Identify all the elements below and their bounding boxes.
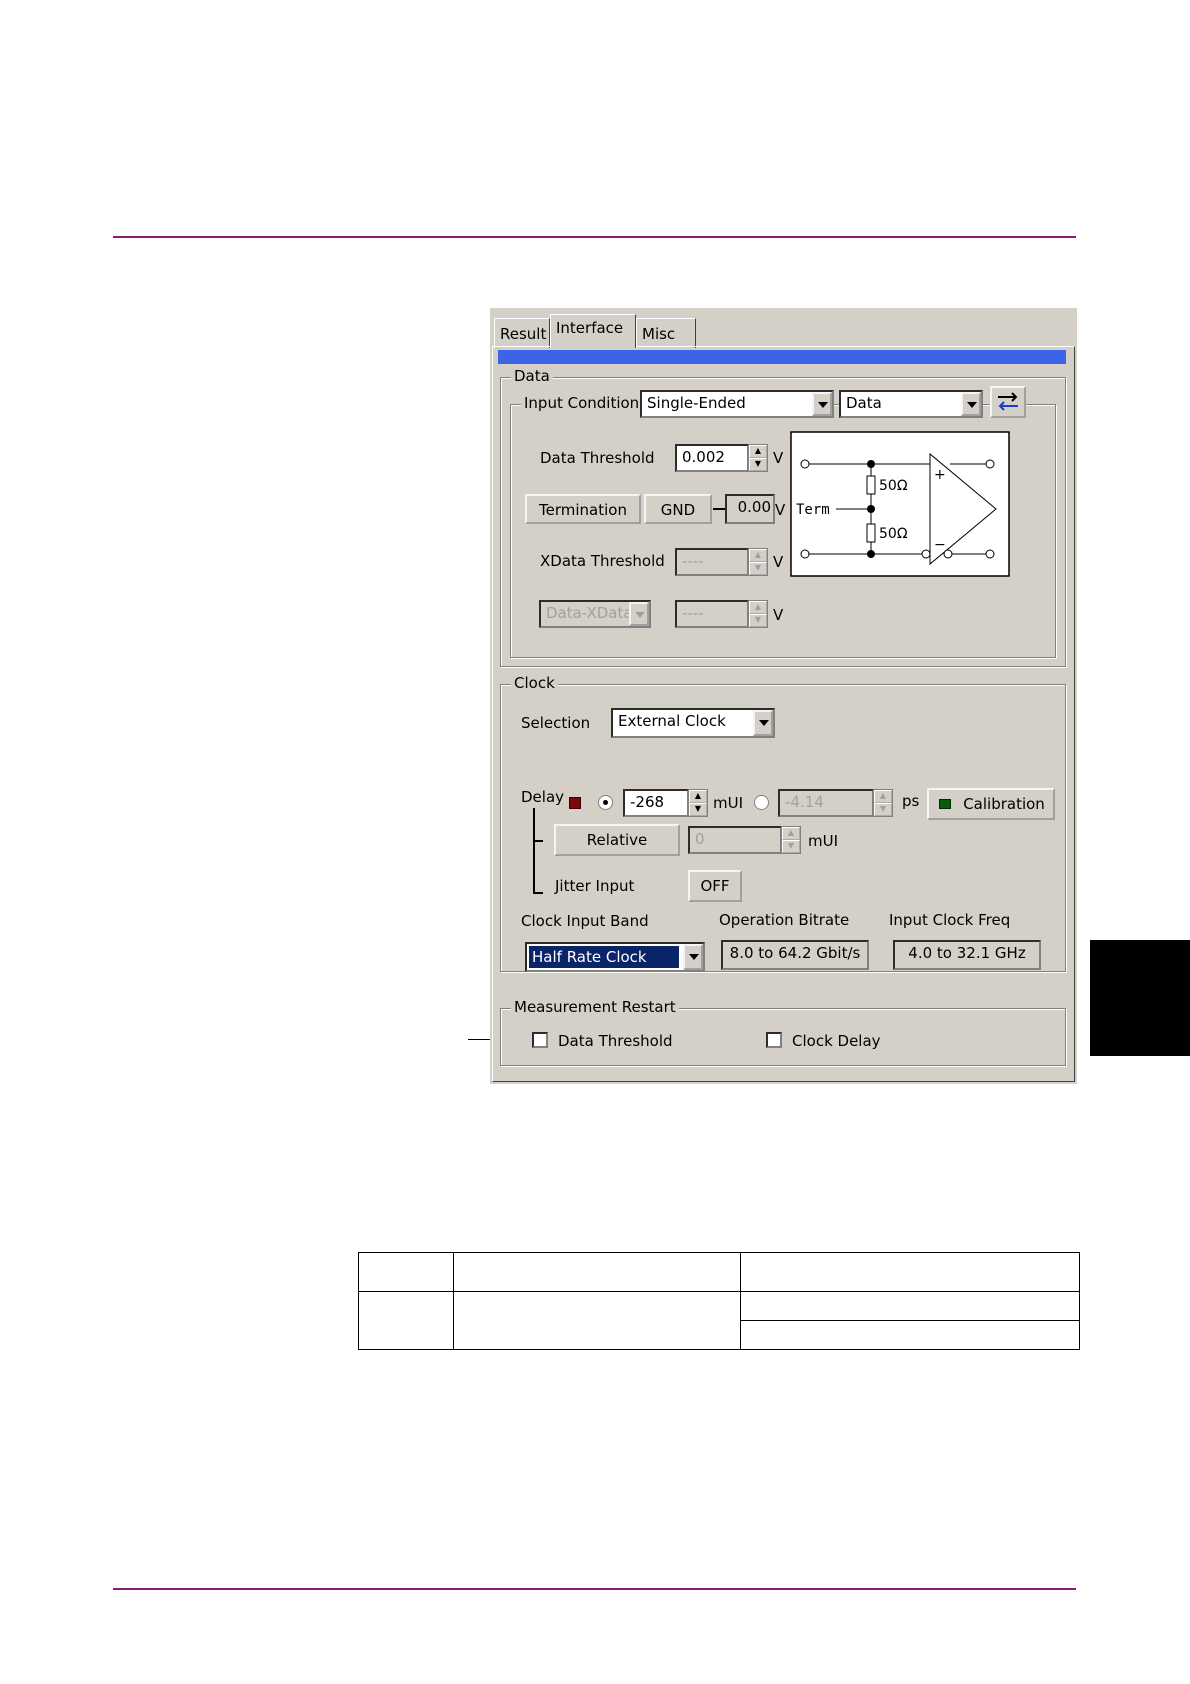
interface-settings-dialog: Result Interface Misc Data Input Conditi… xyxy=(490,308,1077,1084)
data-threshold-checkbox[interactable] xyxy=(532,1032,548,1048)
termination-unit: V xyxy=(775,501,786,519)
input-clock-freq-value: 4.0 to 32.1 GHz xyxy=(893,940,1041,970)
operation-bitrate-label: Operation Bitrate xyxy=(719,911,850,929)
chevron-down-icon[interactable] xyxy=(812,392,832,416)
delay-label: Delay xyxy=(521,788,565,806)
data-threshold-input[interactable]: 0.002 xyxy=(675,444,749,472)
clock-group-title: Clock xyxy=(511,674,558,692)
selection-label: Selection xyxy=(521,714,591,732)
swap-button[interactable] xyxy=(990,386,1026,418)
clock-selection-select[interactable]: External Clock xyxy=(611,708,775,738)
header-rule xyxy=(113,236,1076,238)
input-condition-select[interactable]: Single-Ended xyxy=(640,390,834,418)
relative-input[interactable]: 0 xyxy=(688,826,782,854)
jitter-input-button[interactable]: OFF xyxy=(688,870,742,902)
delay-mui-unit: mUI xyxy=(713,794,744,812)
measurement-restart-title: Measurement Restart xyxy=(511,998,679,1016)
xdata-threshold-input[interactable]: ---- xyxy=(675,548,749,576)
resistor-1-label: 50Ω xyxy=(879,478,908,494)
chevron-down-icon[interactable] xyxy=(753,710,773,736)
clock-delay-checkbox[interactable] xyxy=(766,1032,782,1048)
table-cell xyxy=(740,1291,1080,1321)
table-cell xyxy=(358,1252,454,1292)
clock-input-band-label: Clock Input Band xyxy=(521,912,649,930)
table-row xyxy=(358,1252,1080,1292)
tab-misc[interactable]: Misc xyxy=(636,318,696,348)
data-threshold-unit: V xyxy=(773,449,784,467)
chevron-down-icon[interactable] xyxy=(683,944,703,970)
tab-result[interactable]: Result xyxy=(494,318,550,348)
table-cell xyxy=(740,1252,1080,1292)
clock-input-band-value: Half Rate Clock xyxy=(529,946,679,968)
data-xdata-select[interactable]: Data-XData xyxy=(539,600,651,628)
data-select-value: Data xyxy=(846,394,882,412)
data-xdata-threshold-spinner[interactable]: ▲ ▼ xyxy=(748,600,768,628)
clock-selection-value: External Clock xyxy=(618,712,726,730)
termination-connector xyxy=(713,508,725,510)
resistor-2-label: 50Ω xyxy=(879,526,908,542)
input-clock-freq-label: Input Clock Freq xyxy=(889,911,1011,929)
input-condition-value: Single-Ended xyxy=(647,394,746,412)
delay-mui-radio[interactable] xyxy=(598,795,613,810)
data-threshold-spinner[interactable]: ▲ ▼ xyxy=(748,444,768,472)
swap-arrows-icon xyxy=(998,392,1018,411)
delay-status-led xyxy=(569,797,581,809)
chevron-down-icon[interactable] xyxy=(961,392,981,416)
relative-spinner[interactable]: ▲ ▼ xyxy=(781,826,801,854)
termination-schematic: Term 50Ω 50Ω + − xyxy=(790,431,1010,577)
delay-ps-unit: ps xyxy=(902,792,920,810)
chapter-thumb-tab xyxy=(1090,940,1190,1056)
clock-delay-checkbox-label: Clock Delay xyxy=(792,1032,881,1050)
calibration-button[interactable]: Calibration xyxy=(927,788,1055,820)
data-xdata-threshold-input[interactable]: ---- xyxy=(675,600,749,628)
data-group-title: Data xyxy=(511,367,553,385)
term-label: Term xyxy=(796,502,830,518)
table-cell xyxy=(358,1291,454,1350)
data-threshold-label: Data Threshold xyxy=(540,449,655,467)
gnd-button[interactable]: GND xyxy=(644,494,712,524)
tab-interface[interactable]: Interface xyxy=(550,314,636,348)
delay-bracket-tick-1 xyxy=(533,840,543,842)
data-threshold-checkbox-label: Data Threshold xyxy=(558,1032,673,1050)
relative-unit: mUI xyxy=(808,832,839,850)
xdata-threshold-label: XData Threshold xyxy=(540,552,665,570)
plus-label: + xyxy=(934,467,946,483)
operation-bitrate-value: 8.0 to 64.2 Gbit/s xyxy=(721,940,869,970)
delay-mui-input[interactable]: -268 xyxy=(623,789,689,817)
xdata-threshold-spinner[interactable]: ▲ ▼ xyxy=(748,548,768,576)
clock-input-band-select[interactable]: Half Rate Clock xyxy=(525,942,705,972)
jitter-input-label: Jitter Input xyxy=(555,877,635,895)
table-cell xyxy=(453,1291,741,1350)
data-xdata-value: Data-XData xyxy=(546,604,633,622)
xdata-threshold-unit: V xyxy=(773,553,784,571)
chevron-down-icon[interactable] xyxy=(629,602,649,626)
footer-rule xyxy=(113,1588,1076,1590)
table-cell xyxy=(453,1252,741,1292)
calibration-label: Calibration xyxy=(963,795,1045,813)
relative-button[interactable]: Relative xyxy=(554,824,680,856)
data-xdata-threshold-unit: V xyxy=(773,606,784,624)
calibration-status-led xyxy=(939,799,951,809)
delay-mui-spinner[interactable]: ▲ ▼ xyxy=(688,789,708,817)
data-select[interactable]: Data xyxy=(839,390,983,418)
reference-table xyxy=(358,1252,1080,1350)
termination-value: 0.00 xyxy=(725,494,775,524)
termination-button[interactable]: Termination xyxy=(525,494,641,524)
input-condition-label: Input Condition xyxy=(521,394,643,412)
delay-ps-input[interactable]: -4.14 xyxy=(778,789,874,817)
table-row xyxy=(358,1291,1080,1350)
delay-ps-spinner[interactable]: ▲ ▼ xyxy=(873,789,893,817)
minus-label: − xyxy=(934,537,946,553)
delay-ps-radio[interactable] xyxy=(754,795,769,810)
delay-bracket-vertical xyxy=(533,808,535,894)
table-cell xyxy=(740,1320,1080,1350)
selection-bar xyxy=(498,350,1066,364)
delay-bracket-tick-2 xyxy=(533,892,543,894)
